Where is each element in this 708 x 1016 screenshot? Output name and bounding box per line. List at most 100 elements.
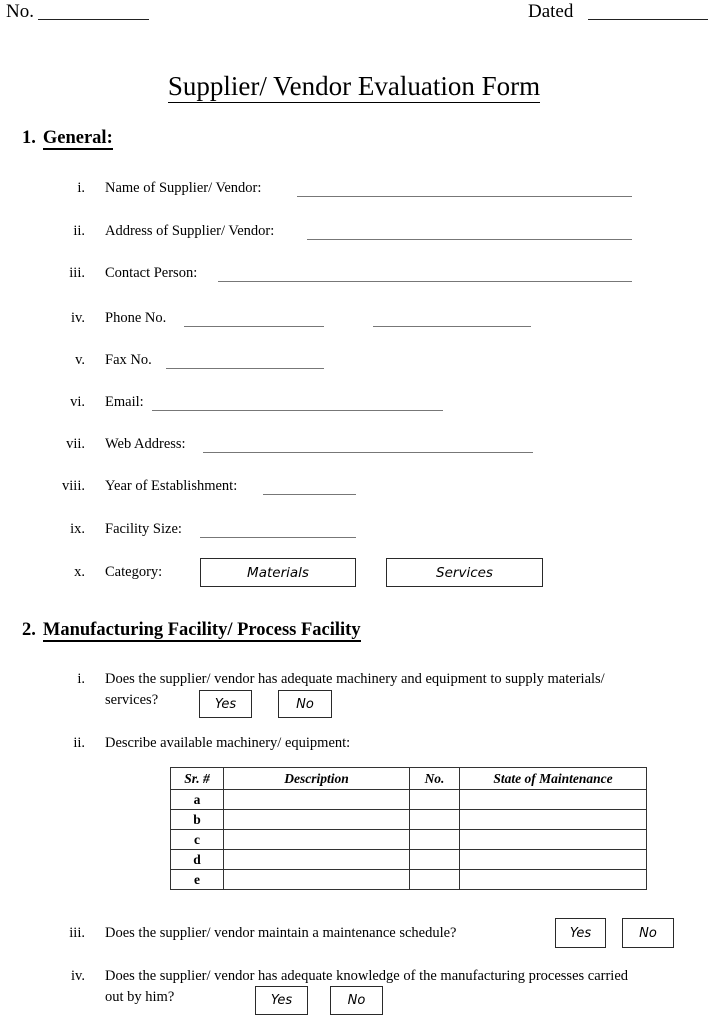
item-numeral-2-iv: iv. xyxy=(71,968,85,984)
table-cell-sr: b xyxy=(170,809,224,830)
answer-2-i-no[interactable]: No xyxy=(278,690,332,718)
document-header-row: No. Dated xyxy=(0,0,708,26)
table-cell-state[interactable] xyxy=(459,809,647,830)
table-cell-sr: a xyxy=(170,789,224,810)
answer-2-iv-no[interactable]: No xyxy=(330,986,383,1015)
input-name-of-supplier[interactable] xyxy=(297,196,632,197)
table-row: b xyxy=(170,809,647,830)
document-page: No. Dated Supplier/ Vendor Evaluation Fo… xyxy=(0,0,708,1016)
section-1-number: 1. xyxy=(22,128,36,148)
item-numeral-1-iv: iv. xyxy=(71,310,85,326)
input-contact-person[interactable] xyxy=(218,281,632,282)
label-web-address: Web Address: xyxy=(105,436,186,452)
table-cell-sr: e xyxy=(170,869,224,890)
table-header-no: No. xyxy=(409,767,460,790)
table-cell-no[interactable] xyxy=(409,809,460,830)
machinery-table: Sr. # Description No. State of Maintenan… xyxy=(170,767,647,890)
no-label: No. xyxy=(6,1,34,22)
answer-2-iii-no-label: No xyxy=(639,925,657,941)
input-web-address[interactable] xyxy=(203,452,533,453)
section-2-heading: 2. Manufacturing Facility/ Process Facili… xyxy=(22,619,361,642)
label-year-of-establishment: Year of Establishment: xyxy=(105,478,238,494)
category-option-services-label: Services xyxy=(436,564,493,581)
section-2-number: 2. xyxy=(22,620,36,640)
table-cell-description[interactable] xyxy=(223,789,410,810)
label-contact-person: Contact Person: xyxy=(105,265,198,281)
item-numeral-2-ii: ii. xyxy=(73,735,85,751)
table-cell-state[interactable] xyxy=(459,789,647,810)
answer-2-iii-no[interactable]: No xyxy=(622,918,674,948)
no-blank-line[interactable] xyxy=(38,19,149,20)
answer-2-iii-yes-label: Yes xyxy=(569,925,592,941)
table-cell-state[interactable] xyxy=(459,869,647,890)
table-cell-no[interactable] xyxy=(409,849,460,870)
item-numeral-1-vi: vi. xyxy=(70,394,85,410)
item-numeral-1-x: x. xyxy=(74,564,85,580)
table-header-description: Description xyxy=(223,767,410,790)
table-row: a xyxy=(170,789,647,810)
input-address-of-supplier[interactable] xyxy=(307,239,632,240)
table-cell-no[interactable] xyxy=(409,869,460,890)
label-fax-no: Fax No. xyxy=(105,352,152,368)
item-numeral-1-viii: viii. xyxy=(62,478,85,494)
table-cell-state[interactable] xyxy=(459,829,647,850)
label-email: Email: xyxy=(105,394,144,410)
input-fax-no[interactable] xyxy=(166,368,324,369)
item-numeral-1-iii: iii. xyxy=(69,265,85,281)
item-numeral-1-vii: vii. xyxy=(66,436,85,452)
label-address-of-supplier: Address of Supplier/ Vendor: xyxy=(105,223,275,239)
label-name-of-supplier: Name of Supplier/ Vendor: xyxy=(105,180,262,196)
question-2-iii: Does the supplier/ vendor maintain a mai… xyxy=(105,925,457,941)
input-phone-no-2[interactable] xyxy=(373,326,531,327)
input-phone-no-1[interactable] xyxy=(184,326,324,327)
table-cell-no[interactable] xyxy=(409,829,460,850)
answer-2-i-yes[interactable]: Yes xyxy=(199,690,252,718)
section-1-heading: 1. General: xyxy=(22,127,113,150)
category-option-services[interactable]: Services xyxy=(386,558,543,587)
input-email[interactable] xyxy=(152,410,443,411)
label-facility-size: Facility Size: xyxy=(105,521,182,537)
section-2-title: Manufacturing Facility/ Process Facility xyxy=(42,620,361,642)
input-facility-size[interactable] xyxy=(200,537,356,538)
table-cell-description[interactable] xyxy=(223,849,410,870)
table-cell-description[interactable] xyxy=(223,869,410,890)
table-cell-no[interactable] xyxy=(409,789,460,810)
table-header-row: Sr. # Description No. State of Maintenan… xyxy=(170,767,647,790)
answer-2-iv-no-label: No xyxy=(347,993,366,1008)
item-numeral-1-i: i. xyxy=(77,180,85,196)
dated-label: Dated xyxy=(528,1,574,22)
section-1-title: General: xyxy=(42,128,113,150)
page-title-text: Supplier/ Vendor Evaluation Form xyxy=(167,71,541,103)
table-header-state: State of Maintenance xyxy=(459,767,647,790)
label-category: Category: xyxy=(105,564,163,580)
question-2-ii: Describe available machinery/ equipment: xyxy=(105,735,351,751)
table-row: d xyxy=(170,849,647,870)
table-cell-sr: d xyxy=(170,849,224,870)
table-cell-description[interactable] xyxy=(223,809,410,830)
table-cell-sr: c xyxy=(170,829,224,850)
item-numeral-1-ii: ii. xyxy=(73,223,85,239)
input-year-of-establishment[interactable] xyxy=(263,494,356,495)
item-numeral-2-iii: iii. xyxy=(69,925,85,941)
page-title: Supplier/ Vendor Evaluation Form xyxy=(0,70,708,103)
table-row: e xyxy=(170,869,647,890)
table-cell-state[interactable] xyxy=(459,849,647,870)
question-2-i-line1: Does the supplier/ vendor has adequate m… xyxy=(105,671,605,687)
answer-2-iv-yes[interactable]: Yes xyxy=(255,986,308,1015)
table-row: c xyxy=(170,829,647,850)
item-numeral-1-v: v. xyxy=(75,352,85,368)
item-numeral-1-ix: ix. xyxy=(70,521,85,537)
label-phone-no: Phone No. xyxy=(105,310,167,326)
question-2-iv-line2: out by him? xyxy=(105,989,175,1005)
answer-2-i-yes-label: Yes xyxy=(214,696,237,712)
category-option-materials[interactable]: Materials xyxy=(200,558,356,587)
table-header-sr: Sr. # xyxy=(170,767,224,790)
answer-2-iv-yes-label: Yes xyxy=(270,993,293,1008)
answer-2-iii-yes[interactable]: Yes xyxy=(555,918,606,948)
answer-2-i-no-label: No xyxy=(296,696,314,712)
question-2-iv-line1: Does the supplier/ vendor has adequate k… xyxy=(105,968,629,984)
item-numeral-2-i: i. xyxy=(77,671,85,687)
category-option-materials-label: Materials xyxy=(247,564,309,581)
dated-blank-line[interactable] xyxy=(588,19,708,20)
table-cell-description[interactable] xyxy=(223,829,410,850)
